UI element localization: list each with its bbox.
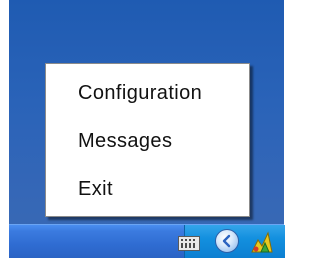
context-menu: Configuration Messages Exit [45,63,250,217]
app-tray-icon[interactable] [249,230,275,254]
menu-item-configuration[interactable]: Configuration [78,82,202,105]
chevron-left-icon[interactable] [215,229,239,253]
taskbar [9,224,285,258]
menu-item-messages[interactable]: Messages [78,130,172,153]
menu-item-exit[interactable]: Exit [78,178,113,201]
keyboard-icon[interactable] [178,236,200,251]
